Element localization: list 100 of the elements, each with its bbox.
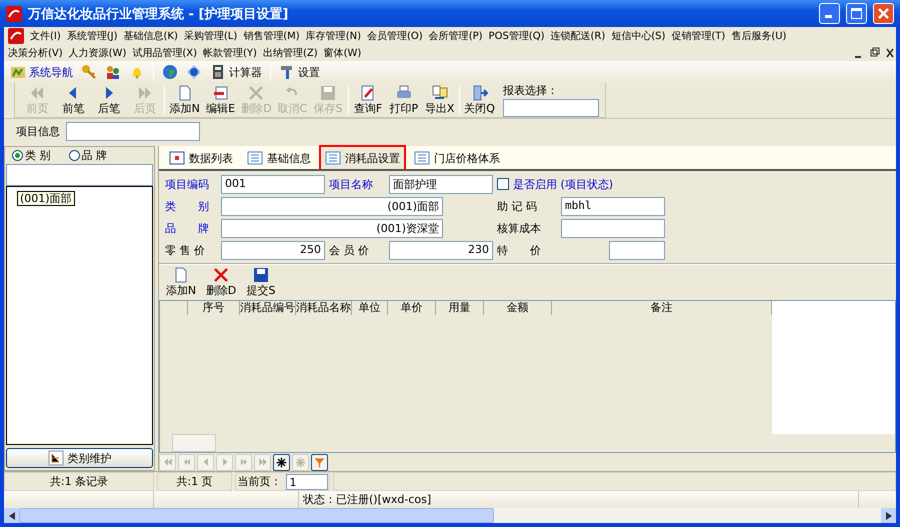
list-icon xyxy=(247,150,263,166)
toolbar-button[interactable]: 关闭Q xyxy=(463,84,496,116)
category-maintenance-button[interactable]: 类别维护 xyxy=(6,448,153,468)
retail-price-field[interactable]: 250 xyxy=(221,240,325,260)
grid-icon xyxy=(169,150,185,166)
toolbar-button[interactable]: 编辑E xyxy=(204,84,238,116)
toolbar-button[interactable]: 打印P xyxy=(387,84,420,116)
maximize-icon xyxy=(851,8,862,19)
name-field[interactable]: 面部护理 xyxy=(389,174,493,194)
special-price-field[interactable] xyxy=(609,240,665,260)
toolbar-button[interactable]: 系统导航 xyxy=(10,64,73,80)
field-label: 特 价 xyxy=(497,242,542,258)
window-title: 万信达化妆品行业管理系统 - [护理项目设置] xyxy=(28,6,290,22)
field-label: 核算成本 xyxy=(497,220,542,236)
double-right-arrow-icon xyxy=(238,457,248,467)
left-arrow-icon[interactable] xyxy=(8,512,14,520)
menu-item[interactable]: 会所管理(P) xyxy=(428,28,483,42)
info-icon xyxy=(186,64,202,80)
table-scrollbar[interactable] xyxy=(160,434,895,452)
code-field[interactable]: 001 xyxy=(221,174,325,194)
toolbar-button[interactable]: 计算器 xyxy=(210,64,262,80)
toolbar-button[interactable]: 删除D xyxy=(203,267,239,298)
mdi-window-controls-icon xyxy=(852,46,896,60)
double-right-arrow-icon xyxy=(136,84,153,100)
menu-item[interactable]: 会员管理(O) xyxy=(367,28,423,42)
menu-item[interactable]: 试用品管理(X) xyxy=(132,46,198,60)
field-label: 会 员 价 xyxy=(329,242,370,258)
field-label: 助 记 码 xyxy=(497,198,538,214)
field-label: 项目编码 xyxy=(165,176,210,192)
pager-button[interactable] xyxy=(273,454,290,470)
member-price-field[interactable]: 230 xyxy=(389,240,493,260)
double-right-arrow-icon xyxy=(258,457,268,467)
menu-item[interactable]: 文件(I) xyxy=(30,28,61,42)
right-arrow-icon[interactable] xyxy=(886,512,892,520)
close-icon xyxy=(878,8,889,19)
menu-item[interactable]: 促销管理(T) xyxy=(671,28,726,42)
toolbar-button[interactable]: 提交S xyxy=(243,267,279,298)
menu-item[interactable]: 决策分析(V) xyxy=(8,46,63,60)
tab[interactable]: 数据列表 xyxy=(163,145,239,169)
key-icon xyxy=(81,64,97,80)
menu-item[interactable]: POS管理(Q) xyxy=(488,28,544,42)
toolbar-button[interactable]: 后笔 xyxy=(92,84,126,116)
field-label: 品 牌 xyxy=(165,220,210,236)
export-icon xyxy=(432,84,448,100)
tab[interactable]: 消耗品设置 xyxy=(319,145,406,169)
radio-button[interactable]: 品 牌 xyxy=(68,149,107,162)
menu-item[interactable]: 连锁配送(R) xyxy=(550,28,606,42)
current-page-field[interactable]: 1 xyxy=(286,474,328,490)
double-left-arrow-icon xyxy=(162,457,172,467)
toolbar-button[interactable]: 添加N xyxy=(168,84,202,116)
radio-button[interactable]: 类 别 xyxy=(12,149,50,162)
form-icon xyxy=(212,84,229,100)
asterisk-icon xyxy=(276,456,287,468)
menu-item[interactable]: 窗体(W) xyxy=(324,46,362,60)
menu-item[interactable]: 出纳管理(Z) xyxy=(262,46,318,60)
menu-item[interactable]: 帐款管理(Y) xyxy=(203,46,257,60)
list-icon xyxy=(325,150,341,166)
globe-icon xyxy=(162,64,178,80)
report-select-field[interactable] xyxy=(502,99,599,117)
menu-item[interactable]: 采购管理(L) xyxy=(184,28,238,42)
menu-item[interactable]: 销售管理(M) xyxy=(243,28,300,42)
menu-item[interactable]: 系统管理(J) xyxy=(66,28,118,42)
cost-field[interactable] xyxy=(561,218,665,238)
menu-item[interactable]: 短信中心(S) xyxy=(611,28,666,42)
toolbar-button[interactable]: 前笔 xyxy=(56,84,90,116)
printer-icon xyxy=(396,84,412,100)
menu-item[interactable]: 基础信息(K) xyxy=(124,28,178,42)
minimize-button[interactable] xyxy=(819,3,840,24)
search-icon xyxy=(360,84,376,100)
close-button[interactable] xyxy=(873,3,894,24)
menu-item[interactable]: 售后服务(U) xyxy=(731,28,786,42)
toolbar-button[interactable]: 导出X xyxy=(423,84,456,116)
app-logo-icon xyxy=(8,28,24,44)
toolbar-button[interactable]: 设置 xyxy=(279,64,320,80)
toolbar-icon-button[interactable] xyxy=(81,64,97,80)
horizontal-scrollbar[interactable] xyxy=(4,508,896,523)
filter-field[interactable] xyxy=(6,164,153,186)
delete-icon xyxy=(213,267,229,283)
menu-item[interactable]: 库存管理(N) xyxy=(306,28,362,42)
mnemonic-field[interactable]: mbhl xyxy=(561,196,665,216)
tree-item[interactable]: (001)面部 xyxy=(17,191,75,206)
menu-item[interactable]: 人力资源(W) xyxy=(68,46,126,60)
category-field[interactable]: (001)面部 xyxy=(221,196,443,216)
users-icon xyxy=(105,64,121,80)
filter-icon xyxy=(314,456,325,468)
app-logo-icon xyxy=(6,6,22,22)
toolbar-icon-button[interactable] xyxy=(105,64,121,80)
tab[interactable]: 基础信息 xyxy=(241,145,317,169)
toolbar-icon-button[interactable] xyxy=(186,64,202,80)
toolbar-button[interactable]: 查询F xyxy=(352,84,384,116)
brand-field[interactable]: (001)资深堂 xyxy=(221,218,443,238)
item-info-field[interactable] xyxy=(66,122,200,140)
pager-button[interactable] xyxy=(311,454,328,470)
toolbar-icon-button[interactable] xyxy=(162,64,178,80)
tab[interactable]: 门店价格体系 xyxy=(408,145,506,169)
field-label: 零 售 价 xyxy=(165,242,206,258)
checkbox[interactable] xyxy=(497,178,509,190)
page-count: 共:1 页 xyxy=(176,474,213,489)
toolbar-button[interactable]: 添加N xyxy=(163,267,199,298)
maximize-button[interactable] xyxy=(846,3,867,24)
